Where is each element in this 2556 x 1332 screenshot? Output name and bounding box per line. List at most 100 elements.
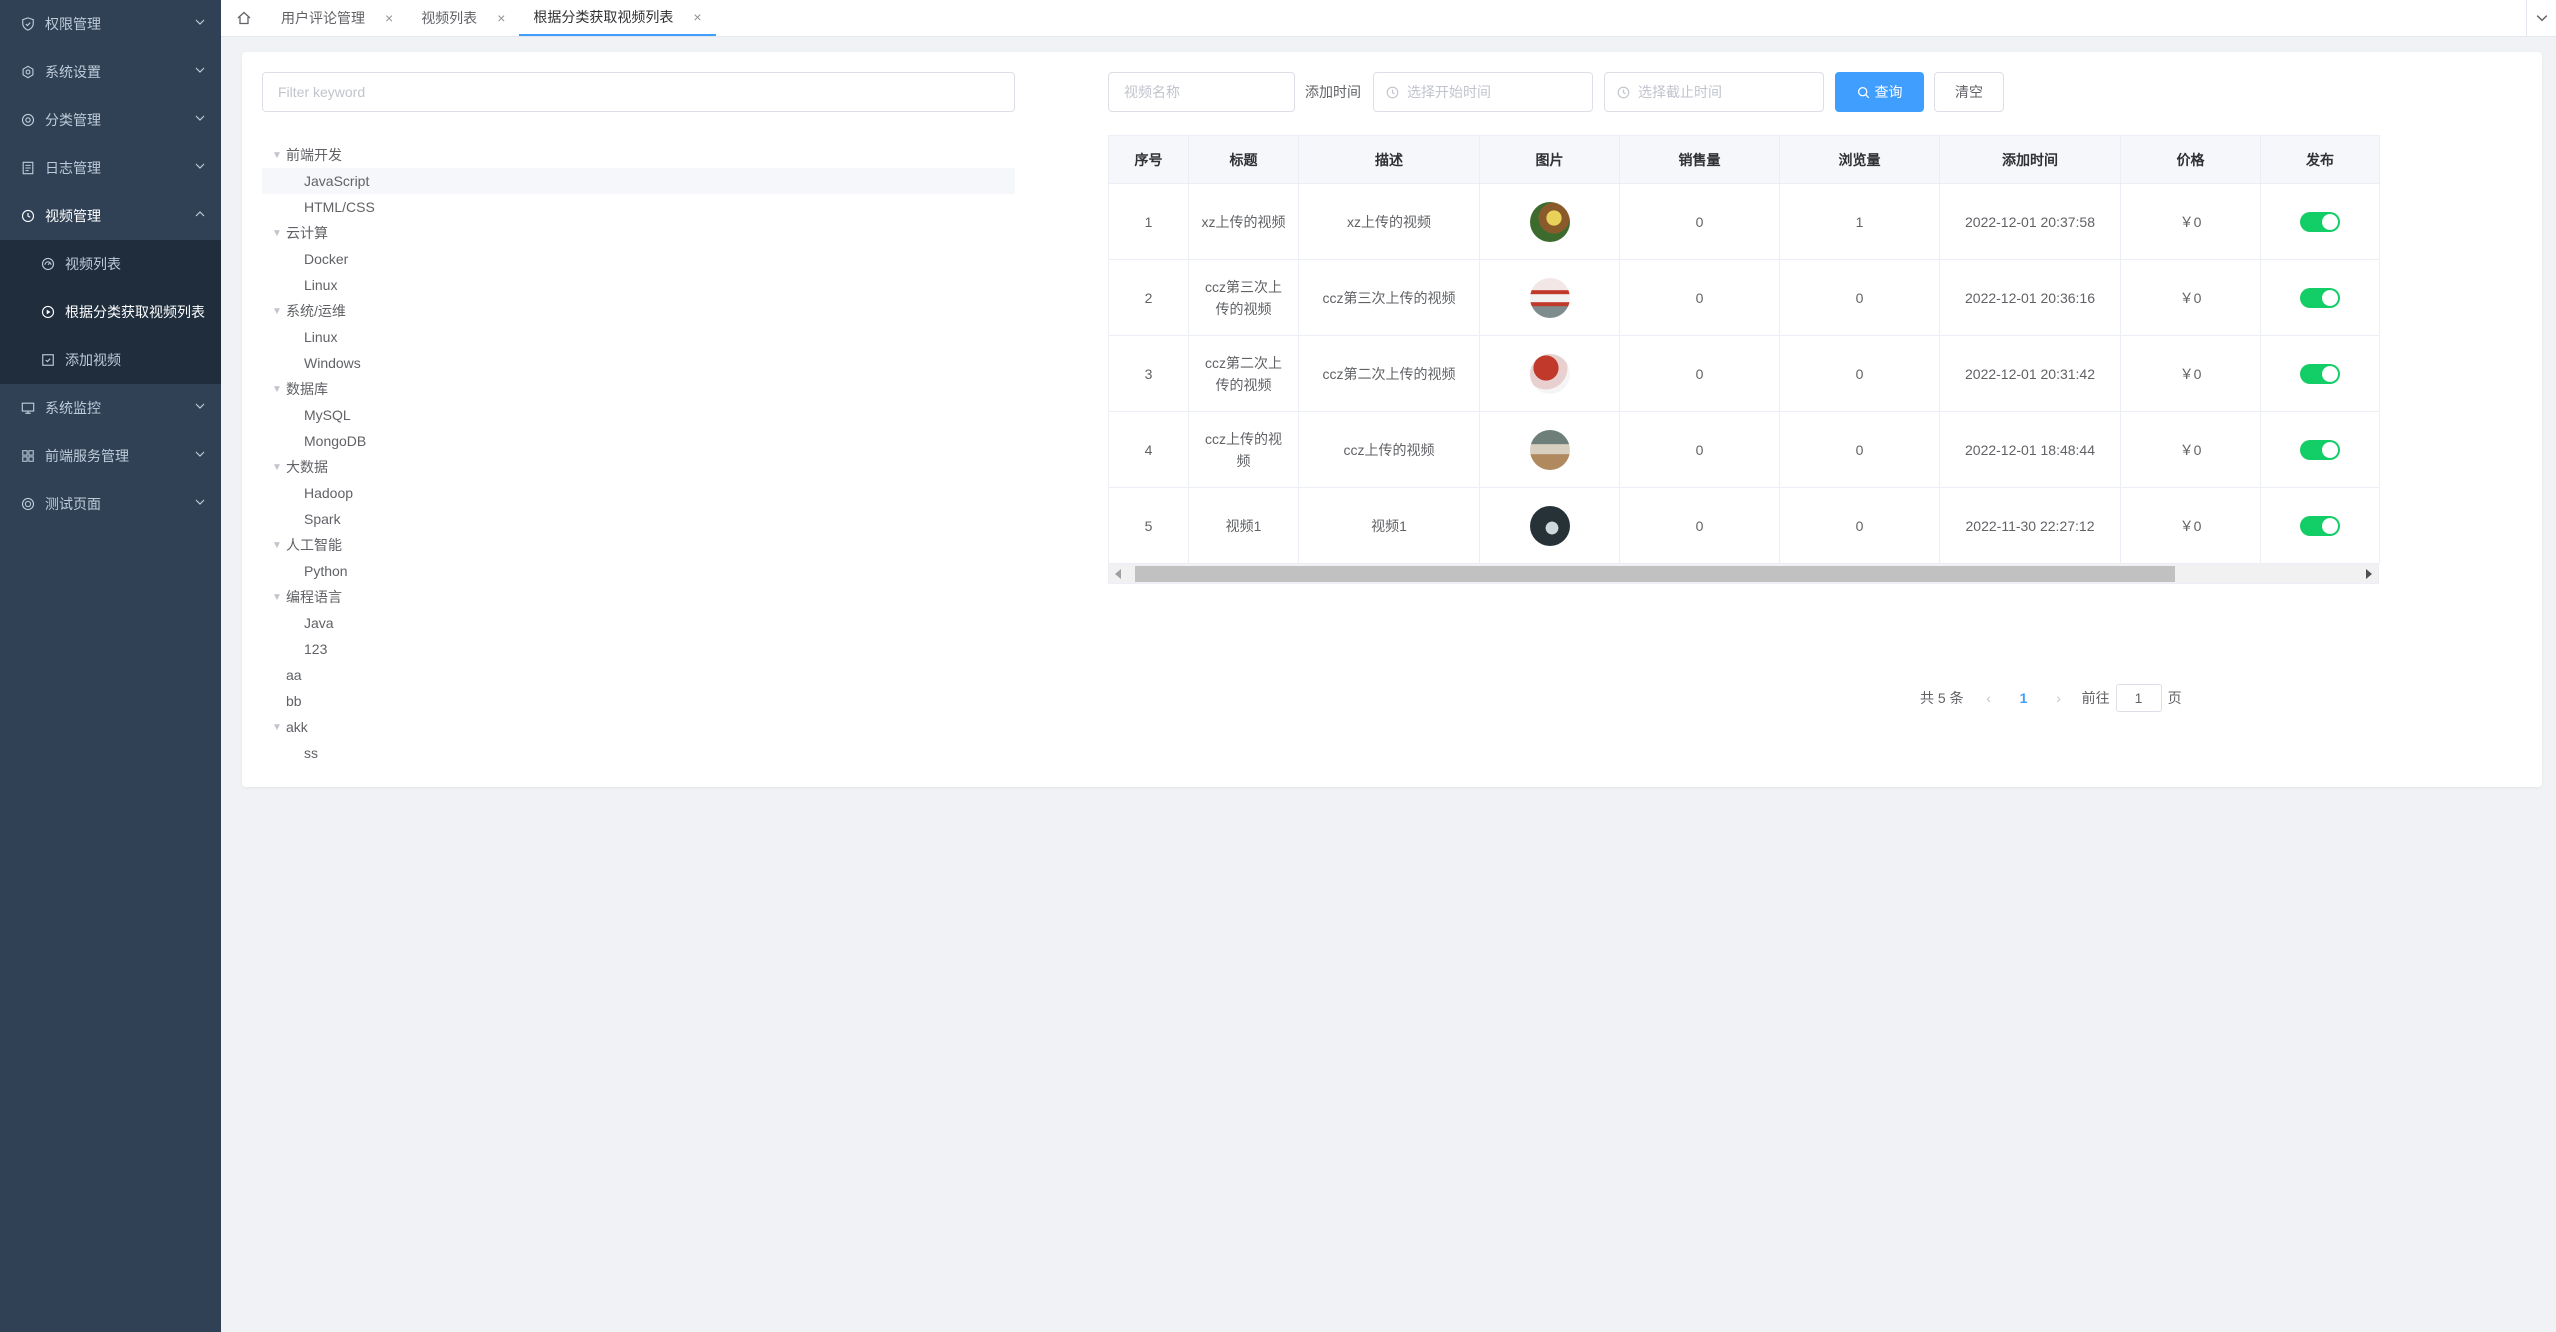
tree-node[interactable]: 123 [262,636,1015,662]
tree-node-label: ss [304,745,318,761]
tree-node[interactable]: Python [262,558,1015,584]
tree-node-label: 系统/运维 [286,303,346,319]
start-time-picker[interactable]: 选择开始时间 [1373,72,1593,112]
submenu-add-video[interactable]: 添加视频 [0,336,221,384]
cell-price: ￥0 [2120,411,2261,488]
menu-logs[interactable]: 日志管理 [0,144,221,192]
scroll-right-icon[interactable] [2366,569,2372,579]
video-thumbnail[interactable] [1529,505,1570,546]
menu-category[interactable]: 分类管理 [0,96,221,144]
page-number[interactable]: 1 [2004,690,2044,706]
tab-user-comments[interactable]: 用户评论管理 × [267,0,407,36]
submenu-video-by-category[interactable]: 根据分类获取视频列表 [0,288,221,336]
menu-label: 系统设置 [45,64,101,80]
horizontal-scrollbar[interactable] [1108,564,2379,584]
tree-node[interactable]: ss [262,740,1015,766]
video-thumbnail[interactable] [1529,277,1570,318]
tree-node[interactable]: HTML/CSS [262,194,1015,220]
cell-desc: xz上传的视频 [1298,183,1480,260]
publish-switch[interactable] [2300,211,2340,232]
scroll-left-icon[interactable] [1115,569,1121,579]
clock-icon [1386,86,1399,99]
cell-title: ccz上传的视频 [1188,411,1299,488]
chevron-down-icon [195,451,205,457]
input-placeholder: 视频名称 [1124,84,1180,100]
publish-switch[interactable] [2300,363,2340,384]
tree-node[interactable]: bb [262,688,1015,714]
tree-node-label: JavaScript [304,173,370,189]
tree-filter-input[interactable]: Filter keyword [262,72,1015,112]
menu-permissions[interactable]: 权限管理 [0,0,221,48]
tab-home[interactable] [221,0,267,36]
menu-test-page[interactable]: 测试页面 [0,480,221,528]
caret-down-icon[interactable]: ▼ [268,536,286,554]
cell-image [1479,183,1620,260]
query-button[interactable]: 查询 [1835,72,1924,112]
tree-node[interactable]: JavaScript [262,168,1015,194]
menu-label: 测试页面 [45,496,101,512]
tree-node[interactable]: ▼ 系统/运维 [262,298,1015,324]
end-time-picker[interactable]: 选择截止时间 [1604,72,1824,112]
tree-node[interactable]: Java [262,610,1015,636]
tabs-more-button[interactable] [2526,0,2556,36]
goto-page-input[interactable]: 1 [2115,684,2162,712]
cell-price: ￥0 [2120,259,2261,336]
publish-switch[interactable] [2300,439,2340,460]
menu-frontend-service[interactable]: 前端服务管理 [0,432,221,480]
monitor-icon [20,400,36,416]
caret-down-icon[interactable]: ▼ [268,146,286,164]
chevron-down-icon [2536,15,2547,22]
tree-node[interactable]: ▼ 前端开发 [262,142,1015,168]
menu-video[interactable]: 视频管理 [0,192,221,240]
tree-node[interactable]: Linux [262,272,1015,298]
tree-node[interactable]: Docker [262,246,1015,272]
video-thumbnail[interactable] [1529,201,1570,242]
publish-switch[interactable] [2300,287,2340,308]
tab-video-by-category[interactable]: 根据分类获取视频列表 × [519,0,716,36]
tree-node[interactable]: Hadoop [262,480,1015,506]
tree-node[interactable]: ▼ 云计算 [262,220,1015,246]
cell-publish [2260,335,2380,412]
menu-monitor[interactable]: 系统监控 [0,384,221,432]
cell-desc: 视频1 [1298,487,1480,564]
close-icon[interactable]: × [385,10,393,26]
cell-no: 2 [1108,259,1189,336]
tree-node[interactable]: Windows [262,350,1015,376]
next-page-icon[interactable]: › [2044,690,2074,706]
video-name-input[interactable]: 视频名称 [1108,72,1295,112]
caret-down-icon[interactable]: ▼ [268,588,286,606]
tree-node[interactable]: Linux [262,324,1015,350]
tree-node[interactable]: aa [262,662,1015,688]
tree-node[interactable]: Spark [262,506,1015,532]
tree-node[interactable]: ▼ 编程语言 [262,584,1015,610]
submenu-video-list[interactable]: 视频列表 [0,240,221,288]
tree-node[interactable]: MongoDB [262,428,1015,454]
caret-down-icon[interactable]: ▼ [268,302,286,320]
cell-title: ccz第三次上传的视频 [1188,259,1299,336]
caret-down-icon[interactable]: ▼ [268,380,286,398]
menu-settings[interactable]: 系统设置 [0,48,221,96]
close-icon[interactable]: × [693,9,701,25]
tree-node-label: 数据库 [286,381,328,397]
tree-node[interactable]: ▼ 大数据 [262,454,1015,480]
caret-down-icon[interactable]: ▼ [268,458,286,476]
tree-node[interactable]: ▼ akk [262,714,1015,740]
tab-video-list[interactable]: 视频列表 × [407,0,519,36]
video-thumbnail[interactable] [1529,353,1570,394]
column-header: 序号 [1108,135,1189,184]
clear-button[interactable]: 清空 [1934,72,2004,112]
caret-down-icon[interactable]: ▼ [268,224,286,242]
caret-down-icon[interactable]: ▼ [268,718,286,736]
publish-switch[interactable] [2300,515,2340,536]
close-icon[interactable]: × [497,10,505,26]
video-thumbnail[interactable] [1529,429,1570,470]
tree-node[interactable]: ▼ 人工智能 [262,532,1015,558]
scrollbar-thumb[interactable] [1135,566,2175,582]
tree-node[interactable]: ▼ 数据库 [262,376,1015,402]
tree-node[interactable]: MySQL [262,402,1015,428]
tree-node-label: MySQL [304,407,351,423]
cell-image [1479,411,1620,488]
cell-sales: 0 [1619,259,1780,336]
prev-page-icon[interactable]: ‹ [1974,690,2004,706]
tree-node-label: Linux [304,277,338,293]
